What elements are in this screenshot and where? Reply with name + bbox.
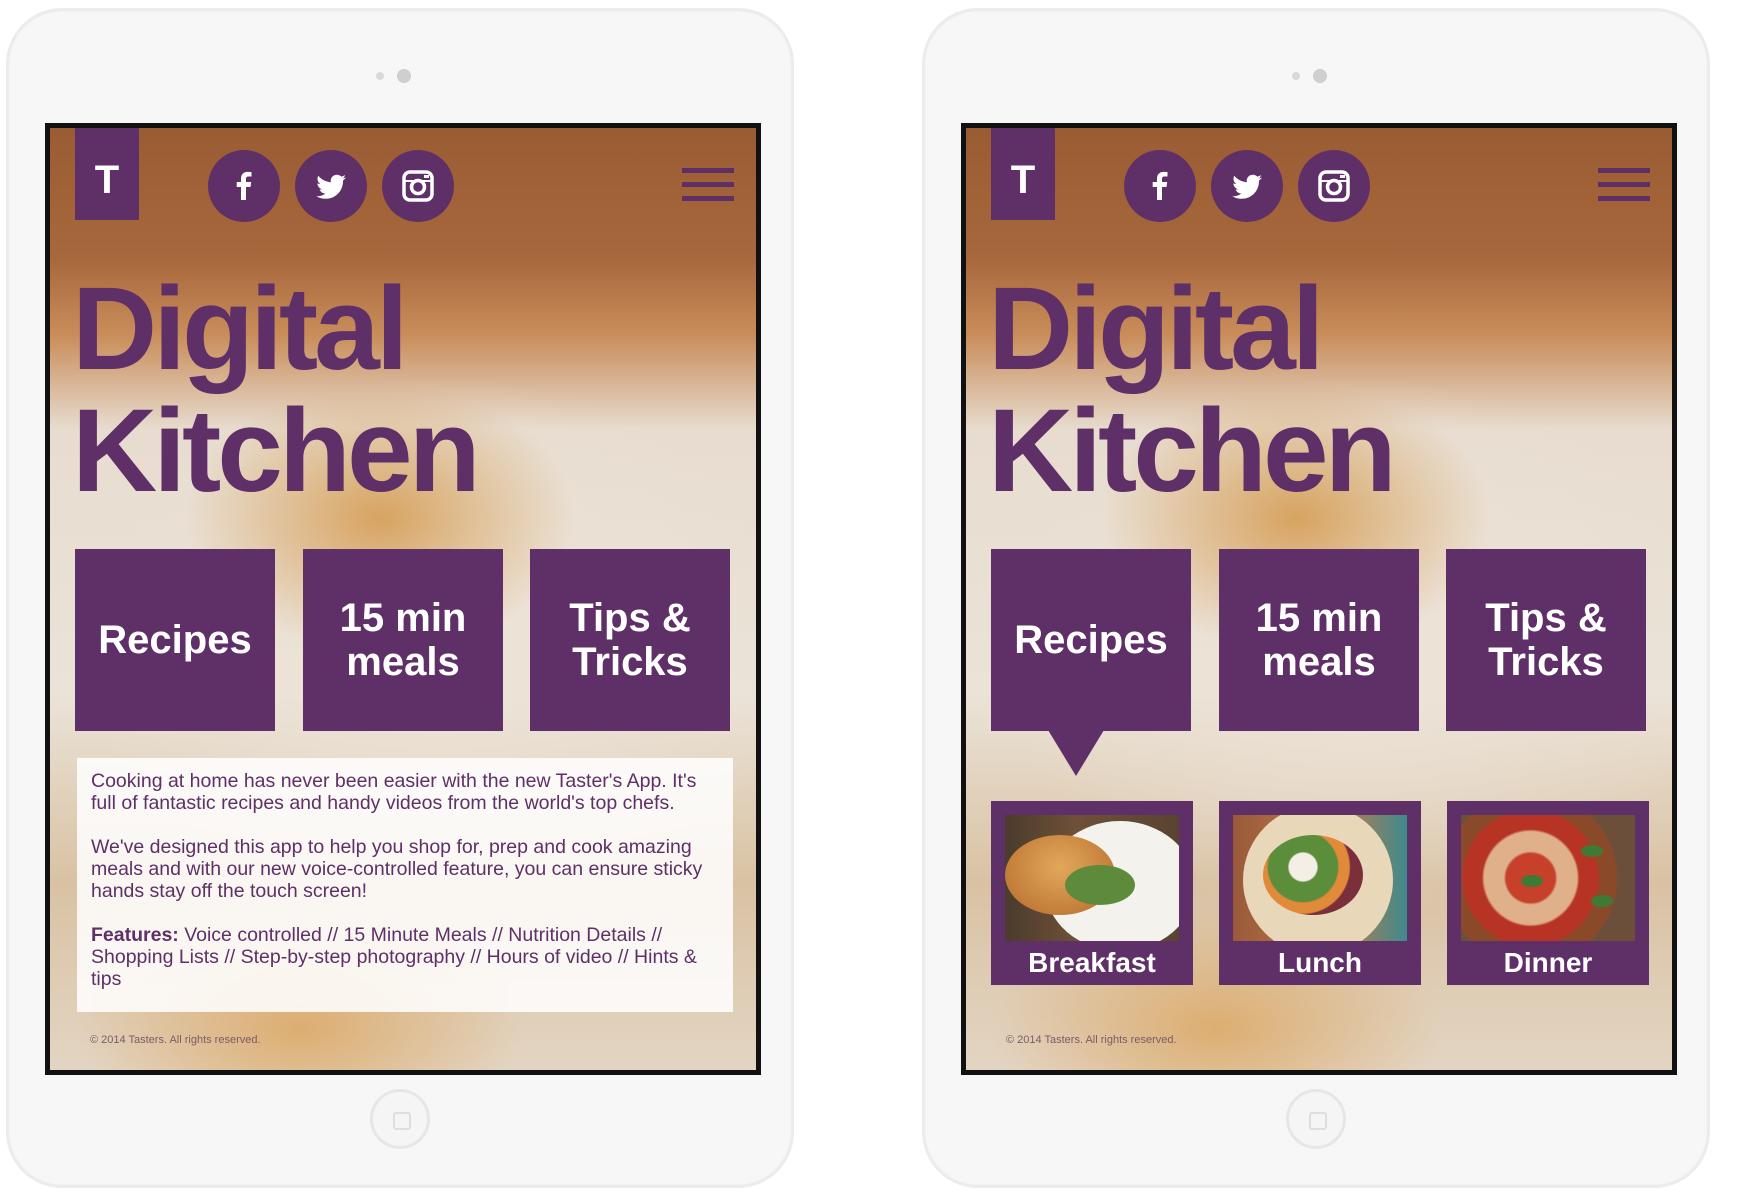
copyright-text: © 2014 Tasters. All rights reserved. <box>1006 1034 1177 1046</box>
breakfast-photo <box>1005 815 1179 941</box>
tablet-device-right: T Digital Kitchen Recipes 15 min meals Ti… <box>922 8 1710 1188</box>
twitter-button[interactable] <box>1211 150 1283 222</box>
home-button[interactable] <box>1286 1089 1346 1149</box>
tips-tricks-label: Tips & Tricks <box>569 596 691 684</box>
tips-tricks-tile[interactable]: Tips & Tricks <box>1446 549 1646 731</box>
tablet-device-left: T Digital Kitchen Recipes 15 min meals Ti… <box>6 8 794 1188</box>
quick-meals-label: 15 min meals <box>1255 596 1383 684</box>
title-line-1: Digital <box>988 263 1325 395</box>
recipes-label: Recipes <box>1014 618 1168 662</box>
lunch-photo <box>1233 815 1407 941</box>
quick-meals-label: 15 min meals <box>339 596 467 684</box>
app-title: Digital Kitchen <box>72 263 481 517</box>
features-paragraph: Features: Voice controlled // 15 Minute … <box>91 924 719 990</box>
copyright-text: © 2014 Tasters. All rights reserved. <box>90 1034 261 1046</box>
home-button[interactable] <box>370 1089 430 1149</box>
instagram-icon <box>1318 170 1350 202</box>
twitter-icon <box>316 174 346 199</box>
title-line-2: Kitchen <box>72 385 481 517</box>
hamburger-menu-icon[interactable] <box>682 168 734 202</box>
instagram-icon <box>402 170 434 202</box>
recipes-label: Recipes <box>98 618 252 662</box>
brand-logo[interactable]: T <box>75 128 139 220</box>
instagram-button[interactable] <box>382 150 454 222</box>
intro-paragraph-1: Cooking at home has never been easier wi… <box>91 770 697 814</box>
facebook-icon <box>1152 171 1168 200</box>
facebook-button[interactable] <box>1124 150 1196 222</box>
features-label: Features: <box>91 924 179 946</box>
lunch-card[interactable]: Lunch <box>1219 801 1421 985</box>
front-camera <box>1290 69 1342 83</box>
facebook-button[interactable] <box>208 150 280 222</box>
instagram-button[interactable] <box>1298 150 1370 222</box>
dinner-label: Dinner <box>1503 947 1593 978</box>
twitter-button[interactable] <box>295 150 367 222</box>
tips-tricks-label: Tips & Tricks <box>1485 596 1607 684</box>
selected-tile-pointer <box>1048 730 1104 776</box>
dinner-photo <box>1461 815 1635 941</box>
intro-text-panel: Cooking at home has never been easier wi… <box>77 758 733 1012</box>
quick-meals-tile[interactable]: 15 min meals <box>1219 549 1419 731</box>
title-line-2: Kitchen <box>988 385 1397 517</box>
hamburger-menu-icon[interactable] <box>1598 168 1650 202</box>
facebook-icon <box>236 171 252 200</box>
recipes-tile[interactable]: Recipes <box>75 549 275 731</box>
features-text: Voice controlled // 15 Minute Meals // N… <box>91 924 697 990</box>
app-screen-home: T Digital Kitchen Recipes 15 min meals Ti… <box>50 128 756 1070</box>
tips-tricks-tile[interactable]: Tips & Tricks <box>530 549 730 731</box>
tablet-screen-right: T Digital Kitchen Recipes 15 min meals Ti… <box>961 123 1677 1075</box>
intro-paragraph-2: We've designed this app to help you shop… <box>91 836 703 902</box>
dinner-card[interactable]: Dinner <box>1447 801 1649 985</box>
quick-meals-tile[interactable]: 15 min meals <box>303 549 503 731</box>
brand-logo[interactable]: T <box>991 128 1055 220</box>
front-camera <box>374 69 426 83</box>
app-screen-recipes: T Digital Kitchen Recipes 15 min meals Ti… <box>966 128 1672 1070</box>
lunch-label: Lunch <box>1278 947 1362 978</box>
app-title: Digital Kitchen <box>988 263 1397 517</box>
twitter-icon <box>1232 174 1262 199</box>
breakfast-card[interactable]: Breakfast <box>991 801 1193 985</box>
tablet-screen-left: T Digital Kitchen Recipes 15 min meals Ti… <box>45 123 761 1075</box>
recipes-tile[interactable]: Recipes <box>991 549 1191 731</box>
title-line-1: Digital <box>72 263 409 395</box>
breakfast-label: Breakfast <box>1028 947 1156 978</box>
